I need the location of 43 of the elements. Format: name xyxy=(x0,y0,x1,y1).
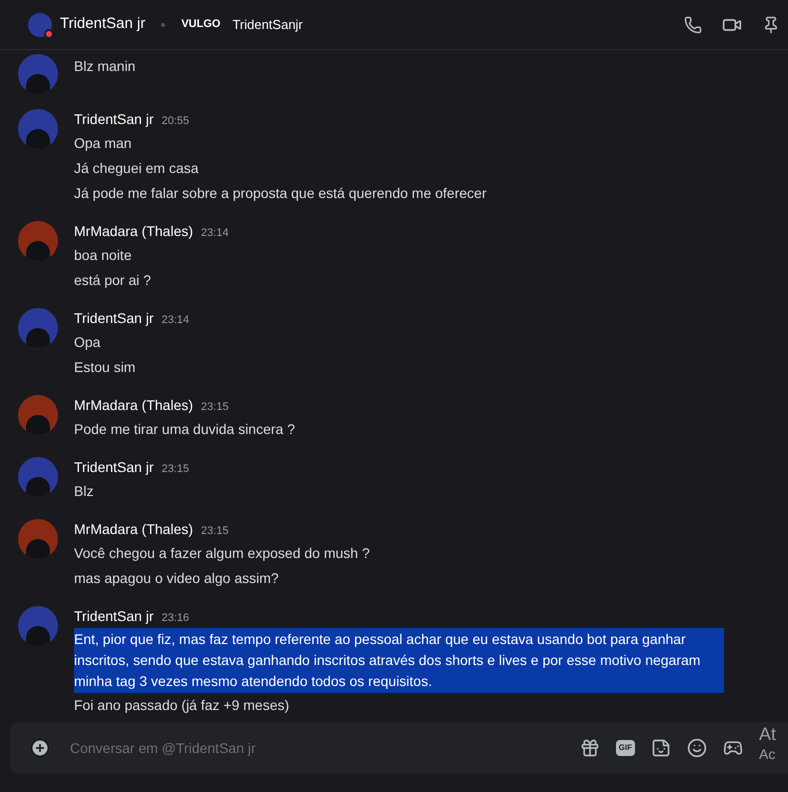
author-name[interactable]: MrMadara (Thales) xyxy=(74,395,194,416)
overlay-text: Ac xyxy=(758,745,776,764)
message-text: Opa xyxy=(74,333,100,352)
message-text: Estou sim xyxy=(74,358,136,377)
add-icon[interactable] xyxy=(30,738,50,758)
message-text: Ent, pior que fiz, mas faz tempo referente ao pessoal achar que eu estava usando bot para ganhar inscritos, sendo que estava ganhando inscritos através dos shorts e lives e por esse motivo negaram minha tag 3 vezes mesmo atendendo todos os requisitos. xyxy=(74,628,724,693)
author-name[interactable]: TridentSan jr xyxy=(74,109,154,130)
timestamp: 20:55 xyxy=(162,114,190,129)
overlay-text: At xyxy=(758,724,776,744)
sticker-icon[interactable] xyxy=(650,738,671,758)
timestamp: 23:14 xyxy=(201,226,229,241)
author-name[interactable]: TridentSan jr xyxy=(74,606,154,627)
smile-icon[interactable] xyxy=(686,738,707,758)
timestamp: 23:16 xyxy=(162,611,190,626)
author-name[interactable]: TridentSan jr xyxy=(74,308,154,329)
message-text: mas apagou o video algo assim? xyxy=(74,569,279,588)
user-name: TridentSan jr xyxy=(60,14,146,34)
message-text: Já pode me falar sobre a proposta que está querendo me oferecer xyxy=(74,184,486,203)
input-placeholder: Conversar em @TridentSan jr xyxy=(70,738,256,758)
message-text: Blz manin xyxy=(74,57,136,76)
user-avatar[interactable] xyxy=(28,12,52,36)
message-text: está por ai ? xyxy=(74,271,152,290)
timestamp: 23:15 xyxy=(201,400,229,415)
author-name[interactable]: MrMadara (Thales) xyxy=(74,221,194,242)
gift-icon[interactable] xyxy=(580,738,600,758)
message-text: Você chegou a fazer algum exposed do mush ? xyxy=(74,544,370,563)
timestamp: 23:15 xyxy=(201,524,229,539)
nickname-label: VULGO xyxy=(181,17,220,32)
author-name[interactable]: TridentSan jr xyxy=(74,457,154,478)
username: TridentSanjr xyxy=(232,16,303,34)
message-text: Pode me tirar uma duvida sincera ? xyxy=(74,420,295,439)
timestamp: 23:14 xyxy=(162,313,190,328)
call-icon[interactable] xyxy=(684,16,702,34)
message-text: boa noite xyxy=(74,246,132,265)
timestamp: 23:15 xyxy=(162,462,190,477)
message-text: Blz xyxy=(74,482,94,501)
message-text: Foi ano passado (já faz +9 meses) xyxy=(74,696,290,715)
author-name[interactable]: MrMadara (Thales) xyxy=(74,519,194,540)
gif-button[interactable]: GIF xyxy=(616,740,635,756)
message-text: Opa man xyxy=(74,134,132,153)
message-text: Já cheguei em casa xyxy=(74,159,199,178)
message-input-field[interactable]: Conversar em @TridentSan jr GIF At Ac xyxy=(10,722,788,774)
pin-icon[interactable] xyxy=(762,16,780,34)
